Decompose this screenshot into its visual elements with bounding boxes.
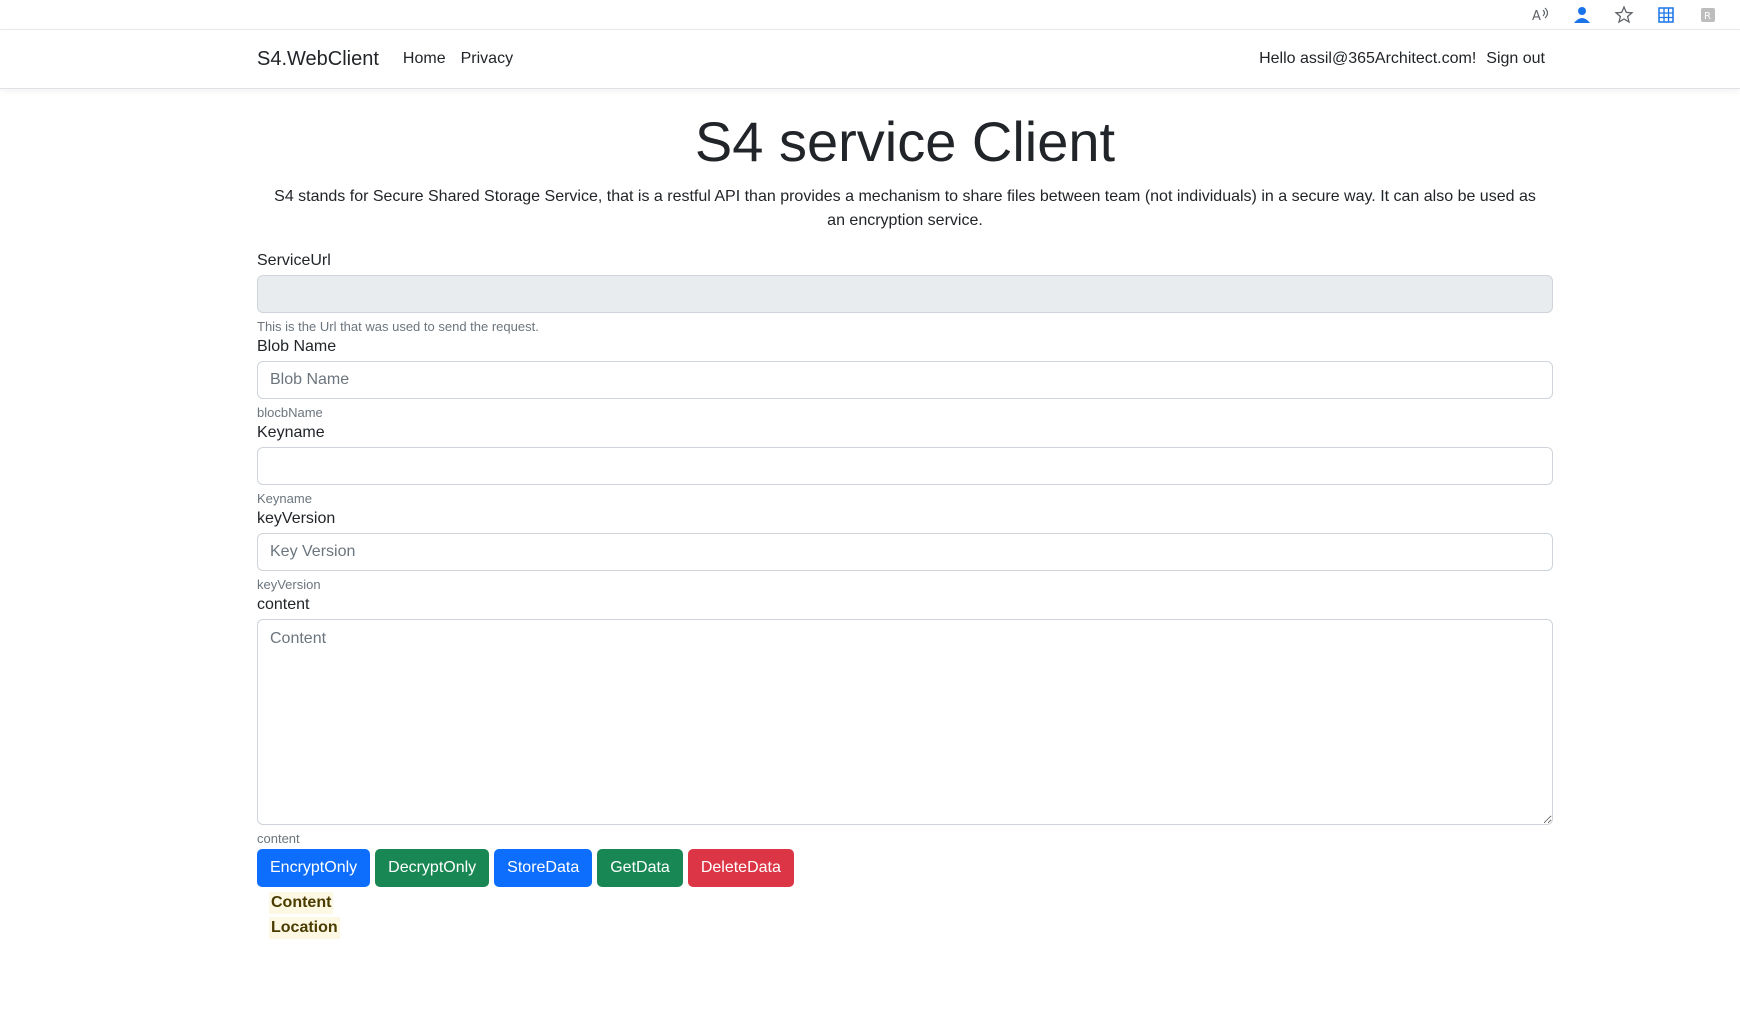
navbar-inner: S4.WebClient Home Privacy Hello assil@36… xyxy=(257,30,1545,88)
key-version-label: keyVersion xyxy=(257,510,336,528)
key-version-help: keyVersion xyxy=(257,577,321,593)
user-area: Hello assil@365Architect.com! Sign out xyxy=(1259,50,1545,68)
result-content-label: Content xyxy=(269,892,334,915)
sign-out-link[interactable]: Sign out xyxy=(1486,50,1545,68)
nav-privacy-link[interactable]: Privacy xyxy=(461,50,513,68)
user-greeting-link[interactable]: Hello assil@365Architect.com! xyxy=(1259,50,1476,68)
browser-toolbar: A R xyxy=(0,0,1740,30)
key-version-group: keyVersion key Version xyxy=(257,509,1553,593)
content-textarea[interactable] xyxy=(257,619,1553,826)
keyname-input[interactable] xyxy=(257,447,1553,486)
svg-text:R: R xyxy=(1704,11,1711,22)
result-location-label: Location xyxy=(269,917,340,940)
get-data-button[interactable]: GetData xyxy=(597,849,683,888)
content-group: content content xyxy=(257,595,1553,847)
page-description: S4 stands for Secure Shared Storage Serv… xyxy=(274,188,1536,230)
main-content: S4 service Client S4 stands for Secure S… xyxy=(257,90,1553,942)
browser-tools: A R xyxy=(1528,0,1720,29)
svg-text:A: A xyxy=(1532,9,1541,24)
encrypt-only-button[interactable]: EncryptOnly xyxy=(257,849,371,888)
profile-icon[interactable] xyxy=(1570,3,1594,27)
nav-home-link[interactable]: Home xyxy=(403,50,446,68)
keyname-group: Keyname Keyname xyxy=(257,423,1553,507)
content-label: content xyxy=(257,596,310,614)
key-version-input[interactable] xyxy=(257,533,1553,572)
extension-icon[interactable]: R xyxy=(1696,3,1720,27)
action-buttons: EncryptOnly DecryptOnly StoreData GetDat… xyxy=(257,849,1553,888)
blob-name-group: Blob Name blocbName xyxy=(257,337,1553,421)
result-location-line: Location xyxy=(269,917,1553,942)
store-data-button[interactable]: StoreData xyxy=(494,849,593,888)
read-aloud-icon[interactable]: A xyxy=(1528,3,1552,27)
service-url-group: ServiceUrl This is the Url that was used… xyxy=(257,251,1553,335)
keyname-label: Keyname xyxy=(257,424,325,442)
result-area: Content Location xyxy=(269,892,1553,942)
apps-grid-icon[interactable] xyxy=(1654,3,1678,27)
decrypt-only-button[interactable]: DecryptOnly xyxy=(375,849,490,888)
keyname-help: Keyname xyxy=(257,491,312,507)
brand-link[interactable]: S4.WebClient xyxy=(257,48,379,71)
blob-name-label: Blob Name xyxy=(257,338,337,356)
blob-name-help: blocbName xyxy=(257,405,323,421)
service-url-label: ServiceUrl xyxy=(257,252,331,270)
favorite-star-icon[interactable] xyxy=(1612,3,1636,27)
blob-name-input[interactable] xyxy=(257,361,1553,400)
top-navbar: S4.WebClient Home Privacy Hello assil@36… xyxy=(0,30,1740,89)
service-url-input[interactable] xyxy=(257,275,1553,314)
result-content-line: Content xyxy=(269,892,1553,917)
service-url-help: This is the Url that was used to send th… xyxy=(257,319,539,335)
delete-data-button[interactable]: DeleteData xyxy=(687,849,794,888)
content-help: content xyxy=(257,831,300,847)
page-title: S4 service Client xyxy=(694,110,1116,173)
